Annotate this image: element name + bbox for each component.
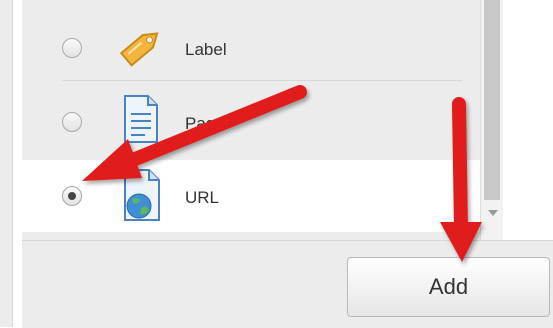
add-button[interactable]: Add xyxy=(347,257,550,317)
list-item-label-text: Label xyxy=(185,40,227,59)
scroll-down-arrow-icon[interactable] xyxy=(488,210,498,216)
radio-url[interactable] xyxy=(62,186,82,206)
list-item-label[interactable]: Label xyxy=(22,12,480,84)
list-item-url-text: URL xyxy=(185,188,220,207)
url-globe-document-icon xyxy=(124,169,160,221)
label-tag-icon xyxy=(119,32,159,67)
scrollbar-thumb[interactable] xyxy=(484,0,500,200)
page-document-icon xyxy=(124,95,158,143)
left-edge-panel xyxy=(0,0,13,327)
radio-page[interactable] xyxy=(62,112,82,132)
list-item-page-text: Page xyxy=(185,114,225,133)
list-item-url[interactable]: URL xyxy=(22,160,480,232)
list-divider xyxy=(62,80,462,81)
radio-label[interactable] xyxy=(62,38,82,58)
list-item-page[interactable]: Page xyxy=(22,88,480,160)
list-scrollbar[interactable] xyxy=(480,0,503,240)
